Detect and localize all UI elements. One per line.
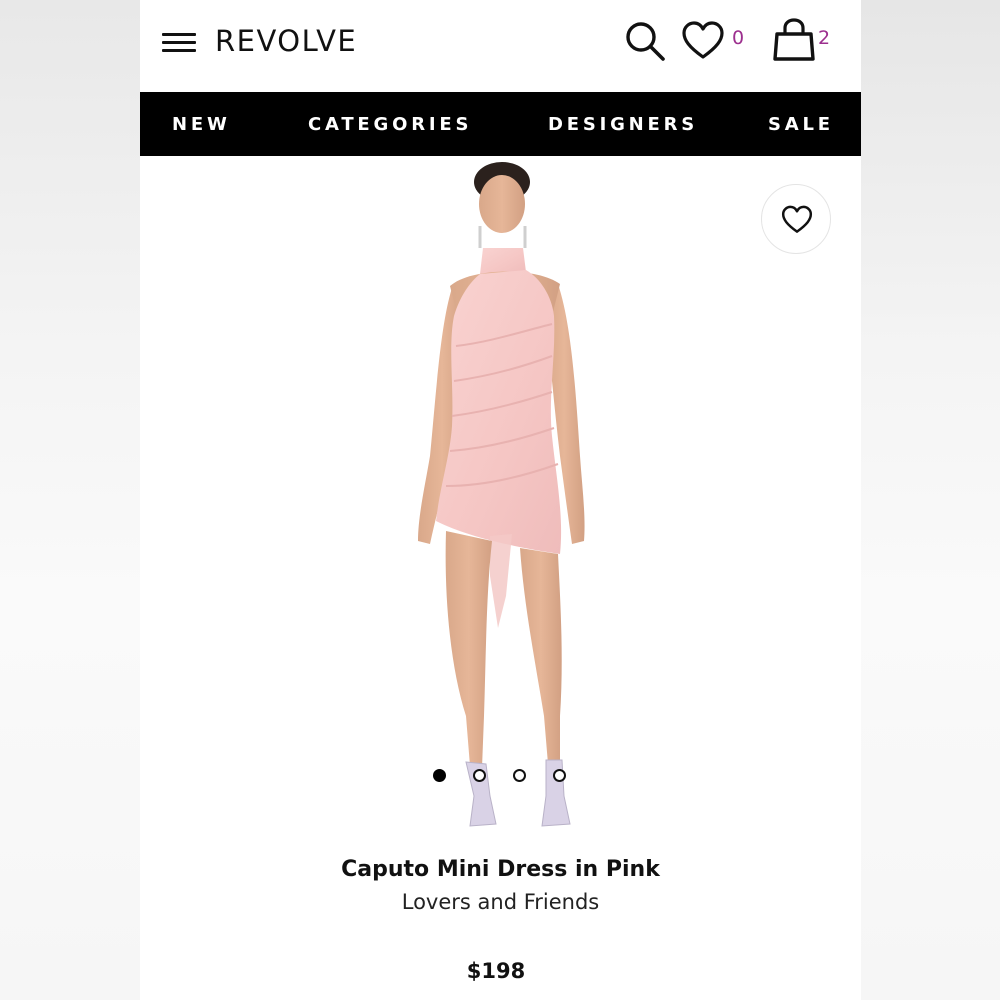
- add-to-wishlist-button[interactable]: [761, 184, 831, 254]
- site-header: REVOLVE 0 2: [140, 0, 861, 92]
- product-price: $198: [466, 959, 526, 983]
- search-icon[interactable]: [623, 19, 667, 63]
- heart-icon: [781, 205, 813, 233]
- carousel-dot-3[interactable]: [513, 769, 526, 782]
- product-name: Caputo Mini Dress in Pink: [341, 857, 660, 882]
- bag-count-badge: 2: [818, 27, 831, 49]
- model-photo: [418, 162, 585, 827]
- shopping-bag-icon[interactable]: [772, 17, 816, 63]
- nav-item-sale[interactable]: SALE: [768, 92, 834, 156]
- main-nav: NEW CATEGORIES DESIGNERS SALE: [140, 92, 861, 156]
- hamburger-menu-icon[interactable]: [162, 31, 196, 53]
- right-backdrop: [860, 0, 1000, 1000]
- phone-screen: REVOLVE 0 2 NEW CATEGORIES DESIGNERS SAL…: [140, 0, 861, 1000]
- wishlist-heart-icon[interactable]: [681, 21, 725, 61]
- site-logo[interactable]: REVOLVE: [215, 22, 357, 60]
- product-image-carousel[interactable]: [140, 156, 861, 842]
- carousel-dot-4[interactable]: [553, 769, 566, 782]
- carousel-dot-2[interactable]: [473, 769, 486, 782]
- nav-item-new[interactable]: NEW: [172, 92, 231, 156]
- left-backdrop: [0, 0, 140, 1000]
- nav-item-categories[interactable]: CATEGORIES: [308, 92, 472, 156]
- wishlist-count-badge: 0: [732, 27, 745, 49]
- nav-item-designers[interactable]: DESIGNERS: [548, 92, 698, 156]
- product-brand-link[interactable]: Lovers and Friends: [140, 887, 861, 917]
- carousel-dots: [433, 769, 573, 785]
- carousel-dot-1[interactable]: [433, 769, 446, 782]
